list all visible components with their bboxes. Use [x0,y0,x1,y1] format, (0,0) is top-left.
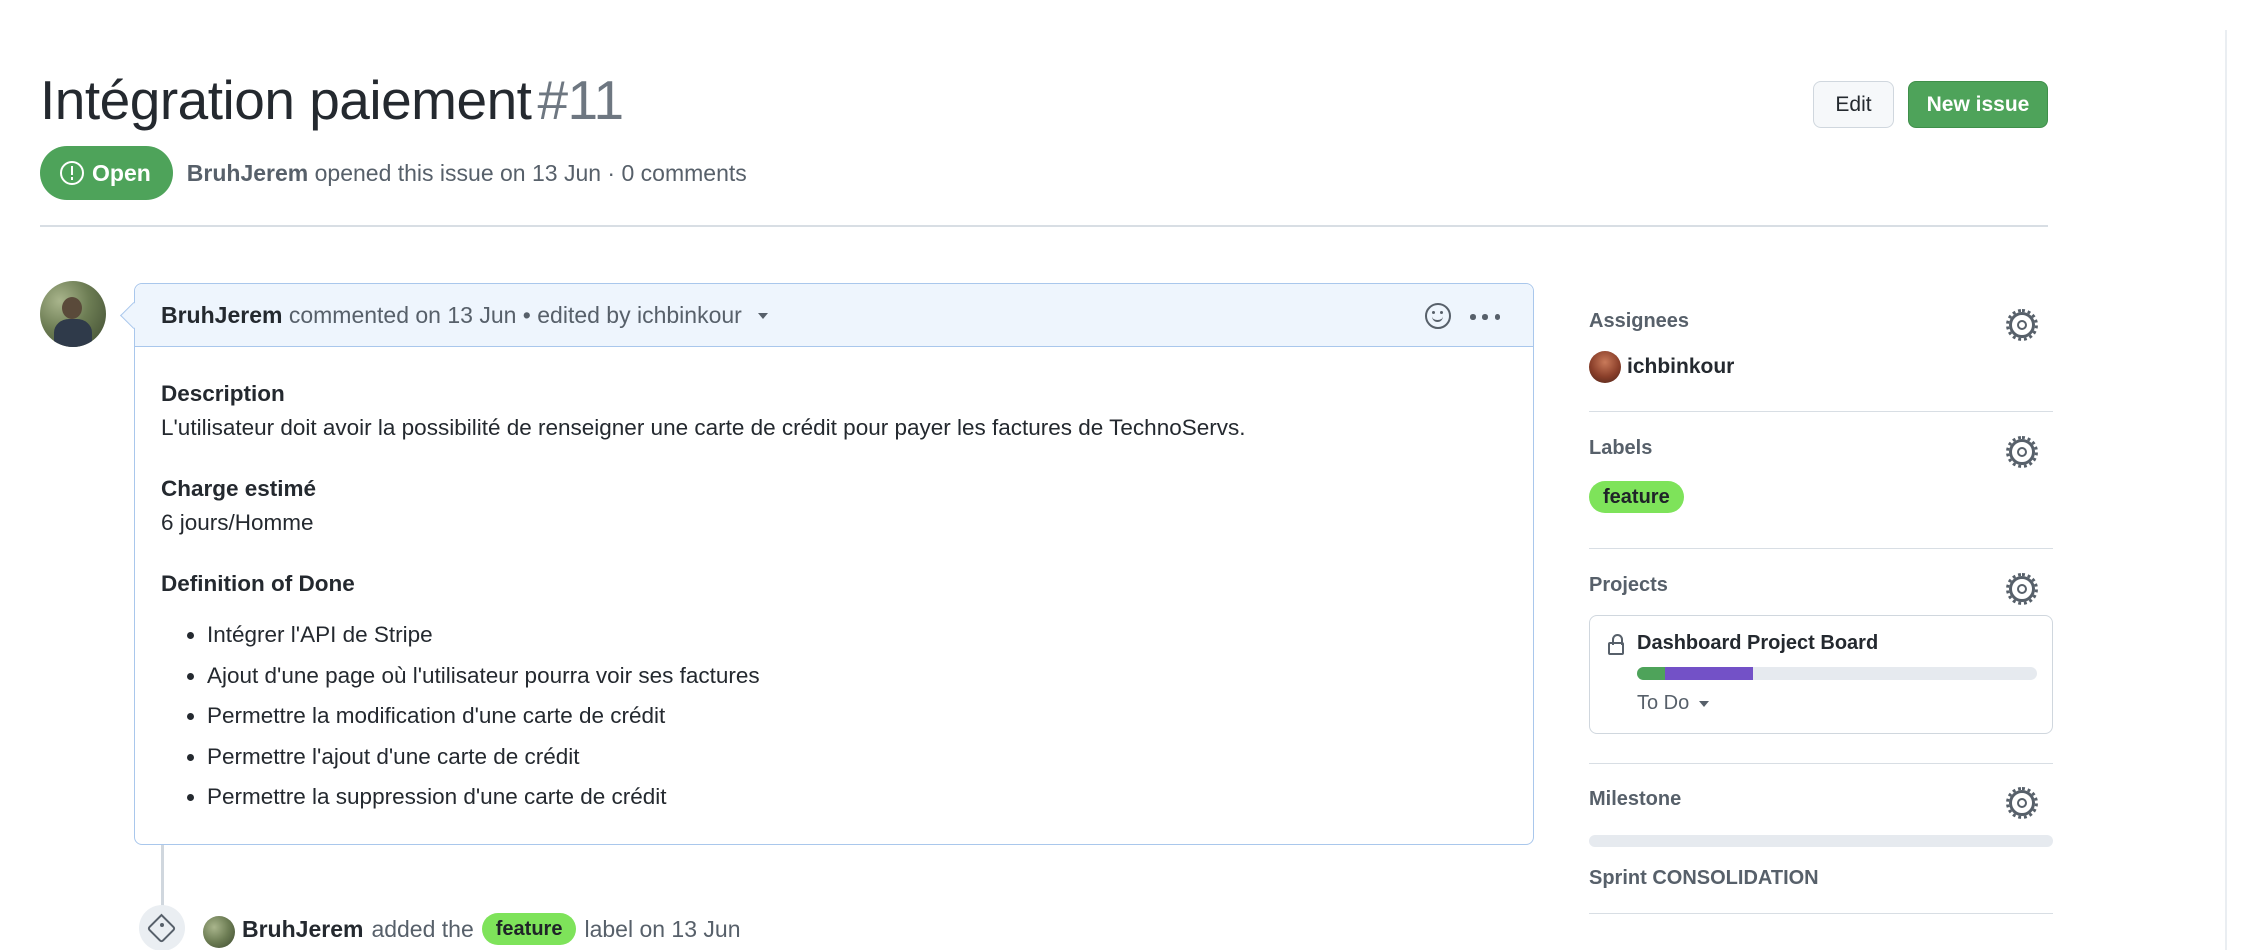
gear-icon[interactable] [2006,436,2038,468]
issue-comment: BruhJerem commented on 13 Jun • edited b… [134,283,1534,845]
project-progress-done [1637,667,1665,680]
issue-author-link[interactable]: BruhJerem [187,160,308,186]
status-badge: Open [40,146,173,200]
smiley-icon[interactable] [1425,303,1451,329]
issue-title-text: Intégration paiement [40,69,532,131]
sidebar-section-milestone: Milestone Sprint CONSOLIDATION [1589,764,2053,914]
comment-header: BruhJerem commented on 13 Jun • edited b… [135,284,1533,347]
kebab-horizontal-icon[interactable] [1470,314,1500,320]
issue-page: Intégration paiement #11 Edit New issue O… [0,0,2246,950]
project-card[interactable]: Dashboard Project Board To Do [1589,615,2053,734]
scrollbar-track[interactable] [2225,30,2227,950]
gear-icon[interactable] [2006,787,2038,819]
event-author-link[interactable]: BruhJerem [242,916,363,943]
new-issue-button[interactable]: New issue [1908,81,2048,128]
sidebar-section-assignees: Assignees ichbinkour [1589,295,2053,412]
project-status-dropdown[interactable]: To Do [1637,692,1710,715]
sidebar-section-projects: Projects Dashboard Project Board To Do [1589,549,2053,764]
project-name[interactable]: Dashboard Project Board [1637,632,1878,655]
event-label-pill[interactable]: feature [481,913,577,945]
avatar[interactable] [40,281,106,347]
list-item: Permettre la modification d'une carte de… [207,696,1507,737]
project-progress-bar [1637,667,2037,680]
event-avatar[interactable] [203,916,235,948]
tag-icon [139,905,185,950]
assignee-row[interactable]: ichbinkour [1589,351,1734,383]
comment-body: Description L'utilisateur doit avoir la … [135,347,1533,818]
list-item: Intégrer l'API de Stripe [207,615,1507,656]
status-badge-label: Open [92,159,151,186]
list-item: Permettre l'ajout d'une carte de crédit [207,737,1507,778]
triangle-down-icon[interactable] [758,313,769,320]
labels-title[interactable]: Labels [1589,437,1652,460]
milestone-name[interactable]: Sprint CONSOLIDATION [1589,867,1819,890]
assignees-title[interactable]: Assignees [1589,310,1689,333]
project-progress-in-progress [1665,667,1753,680]
event-text-after: label on 13 Jun [584,915,741,942]
comment-header-text: BruhJerem commented on 13 Jun • edited b… [161,301,769,329]
milestone-title[interactable]: Milestone [1589,788,1681,811]
triangle-down-icon [1699,700,1710,707]
avatar [1589,351,1621,383]
comment-meta: commented on 13 Jun • edited by ichbinko… [288,301,742,328]
timeline-event: BruhJerem added the feature label on 13 … [242,913,740,945]
sidebar-section-labels: Labels feature [1589,412,2053,549]
event-text-before: added the [371,915,474,942]
project-status-label: To Do [1637,692,1690,714]
gear-icon[interactable] [2006,573,2038,605]
comment-author-link[interactable]: BruhJerem [161,302,282,328]
milestone-progress-bar [1589,835,2053,847]
dod-list: Intégrer l'API de Stripe Ajout d'une pag… [161,615,1507,818]
header-divider [40,225,2048,227]
issue-opened-text: opened this issue on 13 Jun · 0 comments [314,159,747,186]
issue-meta-text: BruhJerem opened this issue on 13 Jun · … [187,160,747,187]
list-item: Permettre la suppression d'une carte de … [207,777,1507,818]
gear-icon[interactable] [2006,309,2038,341]
charge-heading: Charge estimé [161,476,317,501]
dod-heading: Definition of Done [161,571,355,596]
charge-text: 6 jours/Homme [161,510,314,535]
issue-title: Intégration paiement #11 [40,68,624,132]
issue-meta: Open BruhJerem opened this issue on 13 J… [40,146,747,200]
issue-number: #11 [537,69,624,131]
issue-open-icon [60,161,84,185]
list-item: Ajout d'une page où l'utilisateur pourra… [207,656,1507,697]
description-heading: Description [161,381,285,406]
description-text: L'utilisateur doit avoir la possibilité … [161,415,1246,440]
avatar-body [54,319,92,347]
assignee-name[interactable]: ichbinkour [1627,355,1734,379]
label-feature[interactable]: feature [1589,481,1684,513]
header-actions: Edit New issue [1813,81,2048,128]
edit-button[interactable]: Edit [1813,81,1894,128]
avatar-head [62,297,82,319]
projects-title[interactable]: Projects [1589,574,1668,597]
lock-icon [1608,634,1624,655]
